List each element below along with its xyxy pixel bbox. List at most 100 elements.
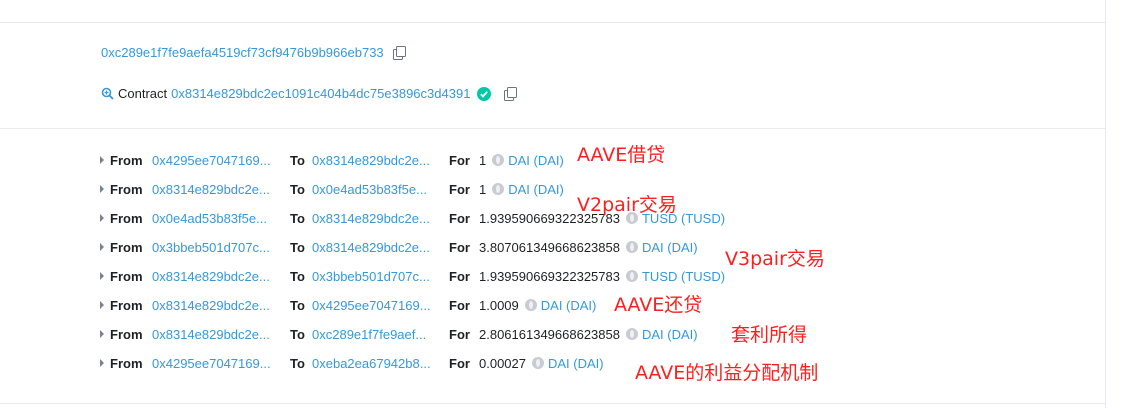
transfer-row: From 0x8314e829bdc2e... To 0x3bbeb501d70… bbox=[100, 266, 725, 286]
from-address-link[interactable]: 0x8314e829bdc2e... bbox=[152, 182, 290, 197]
annotation-aave-fee: AAVE的利益分配机制 bbox=[635, 362, 819, 384]
token-link[interactable]: TUSD (TUSD) bbox=[625, 269, 725, 284]
token-name[interactable]: DAI (DAI) bbox=[541, 298, 597, 313]
expand-caret-icon[interactable] bbox=[100, 214, 104, 222]
expand-caret-icon[interactable] bbox=[100, 330, 104, 338]
token-name[interactable]: TUSD (TUSD) bbox=[642, 269, 725, 284]
annotation-v2pair-trade: V2pair交易 bbox=[577, 194, 677, 216]
from-label: From bbox=[110, 239, 143, 255]
expand-caret-icon[interactable] bbox=[100, 185, 104, 193]
panel-right-border bbox=[1105, 0, 1106, 408]
from-address-link[interactable]: 0x8314e829bdc2e... bbox=[152, 298, 290, 313]
transaction-detail-panel: 0xc289e1f7fe9aefa4519cf73cf9476b9b966eb7… bbox=[0, 0, 1121, 408]
expand-caret-icon[interactable] bbox=[100, 243, 104, 251]
for-label: For bbox=[449, 326, 470, 342]
token-icon bbox=[532, 357, 544, 369]
to-address-link[interactable]: 0x8314e829bdc2e... bbox=[312, 153, 449, 168]
from-label: From bbox=[110, 297, 143, 313]
annotation-arbitrage-profit: 套利所得 bbox=[731, 324, 808, 346]
contract-row: Contract 0x8314e829bdc2ec1091c404b4dc75e… bbox=[101, 86, 518, 101]
from-address-link[interactable]: 0x4295ee7047169... bbox=[152, 356, 290, 371]
for-label: For bbox=[449, 268, 470, 284]
to-label: To bbox=[290, 355, 305, 371]
transfer-amount: 0.00027 bbox=[479, 355, 526, 371]
token-link[interactable]: DAI (DAI) bbox=[625, 327, 698, 342]
from-label: From bbox=[110, 152, 143, 168]
from-address-link[interactable]: 0x8314e829bdc2e... bbox=[152, 327, 290, 342]
contract-label: Contract bbox=[118, 86, 168, 101]
from-label: From bbox=[110, 326, 143, 342]
token-name[interactable]: DAI (DAI) bbox=[642, 240, 698, 255]
token-icon bbox=[625, 328, 638, 340]
from-label: From bbox=[110, 181, 143, 197]
transfer-row: From 0x8314e829bdc2e... To 0x0e4ad53b83f… bbox=[100, 179, 564, 199]
transfer-row: From 0x4295ee7047169... To 0xeba2ea67942… bbox=[100, 353, 604, 373]
transfer-amount: 1 bbox=[479, 152, 487, 168]
token-link[interactable]: DAI (DAI) bbox=[492, 153, 564, 168]
for-label: For bbox=[449, 297, 470, 313]
for-label: For bbox=[449, 181, 470, 197]
for-label: For bbox=[449, 210, 470, 226]
to-label: To bbox=[290, 326, 305, 342]
to-label: To bbox=[290, 297, 305, 313]
token-link[interactable]: DAI (DAI) bbox=[625, 240, 698, 255]
annotation-aave-borrow: AAVE借贷 bbox=[577, 144, 666, 166]
annotation-v3pair-trade: V3pair交易 bbox=[725, 248, 825, 270]
to-label: To bbox=[290, 181, 305, 197]
expand-caret-icon[interactable] bbox=[100, 156, 104, 164]
from-address-link[interactable]: 0x4295ee7047169... bbox=[152, 153, 290, 168]
token-icon bbox=[492, 183, 505, 195]
transfer-amount: 2.806161349668623858 bbox=[479, 326, 620, 342]
for-label: For bbox=[449, 152, 470, 168]
from-label: From bbox=[110, 268, 143, 284]
divider-bottom bbox=[0, 403, 1105, 404]
transfer-amount: 1 bbox=[479, 181, 487, 197]
to-address-link[interactable]: 0x8314e829bdc2e... bbox=[312, 240, 449, 255]
token-link[interactable]: DAI (DAI) bbox=[492, 182, 564, 197]
to-label: To bbox=[290, 152, 305, 168]
transfer-row: From 0x8314e829bdc2e... To 0xc289e1f7fe9… bbox=[100, 324, 698, 344]
from-label: From bbox=[110, 210, 143, 226]
magnifier-icon bbox=[101, 87, 115, 101]
token-name[interactable]: DAI (DAI) bbox=[548, 356, 604, 371]
divider-top bbox=[0, 22, 1105, 23]
annotation-aave-repay: AAVE还贷 bbox=[614, 294, 703, 316]
expand-caret-icon[interactable] bbox=[100, 272, 104, 280]
to-address-link[interactable]: 0x0e4ad53b83f5e... bbox=[312, 182, 449, 197]
for-label: For bbox=[449, 239, 470, 255]
from-address-link[interactable]: 0x0e4ad53b83f5e... bbox=[152, 211, 290, 226]
transfer-amount: 1.939590669322325783 bbox=[479, 268, 620, 284]
expand-caret-icon[interactable] bbox=[100, 359, 104, 367]
token-name[interactable]: DAI (DAI) bbox=[642, 327, 698, 342]
divider-middle bbox=[0, 128, 1105, 129]
to-label: To bbox=[290, 268, 305, 284]
transfer-amount: 1.0009 bbox=[479, 297, 519, 313]
transfer-row: From 0x8314e829bdc2e... To 0x4295ee70471… bbox=[100, 295, 596, 315]
to-address-link[interactable]: 0x8314e829bdc2e... bbox=[312, 211, 449, 226]
token-name[interactable]: DAI (DAI) bbox=[508, 182, 564, 197]
token-icon bbox=[625, 241, 638, 253]
expand-caret-icon[interactable] bbox=[100, 301, 104, 309]
token-icon bbox=[492, 154, 505, 166]
to-label: To bbox=[290, 210, 305, 226]
from-address-link[interactable]: 0x3bbeb501d707c... bbox=[152, 240, 290, 255]
contract-address-link[interactable]: 0x8314e829bdc2ec1091c404b4dc75e3896c3d43… bbox=[171, 86, 470, 101]
to-address-link[interactable]: 0x4295ee7047169... bbox=[312, 298, 449, 313]
to-address-link[interactable]: 0x3bbeb501d707c... bbox=[312, 269, 449, 284]
token-icon bbox=[524, 299, 537, 311]
from-address-link[interactable]: 0x8314e829bdc2e... bbox=[152, 269, 290, 284]
token-link[interactable]: DAI (DAI) bbox=[532, 356, 604, 371]
transfer-amount: 3.807061349668623858 bbox=[479, 239, 620, 255]
to-address-link[interactable]: 0xeba2ea67942b8... bbox=[312, 356, 449, 371]
for-label: For bbox=[449, 355, 470, 371]
transfer-row: From 0x4295ee7047169... To 0x8314e829bdc… bbox=[100, 150, 564, 170]
copy-icon[interactable] bbox=[503, 86, 518, 101]
token-icon bbox=[625, 270, 638, 282]
to-address-link[interactable]: 0xc289e1f7fe9aefa4519cf73cf9476b9b966eb7… bbox=[101, 45, 384, 60]
token-name[interactable]: DAI (DAI) bbox=[508, 153, 564, 168]
to-address-link[interactable]: 0xc289e1f7fe9aef... bbox=[312, 327, 449, 342]
token-link[interactable]: DAI (DAI) bbox=[524, 298, 597, 313]
to-label: To bbox=[290, 239, 305, 255]
from-label: From bbox=[110, 355, 143, 371]
copy-icon[interactable] bbox=[392, 45, 406, 60]
